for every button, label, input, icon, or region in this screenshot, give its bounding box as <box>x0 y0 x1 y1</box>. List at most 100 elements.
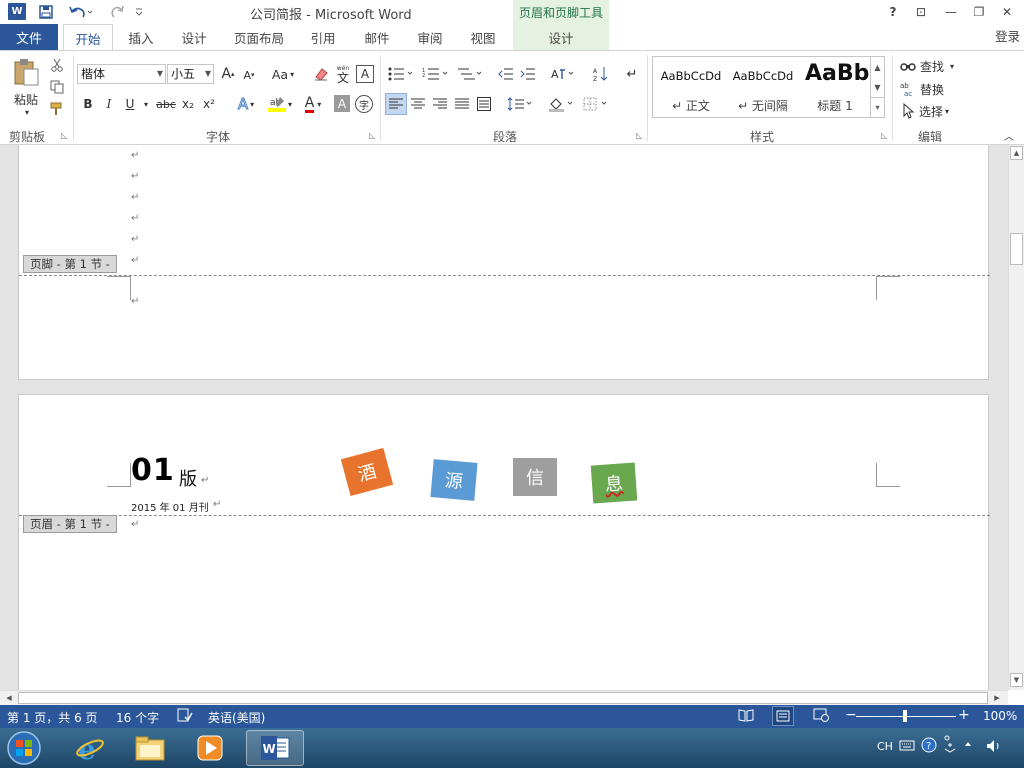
title-tile-yuan[interactable]: 源 <box>430 459 478 501</box>
scroll-right-icon[interactable]: ▶ <box>990 691 1004 705</box>
align-center-icon[interactable] <box>408 94 428 114</box>
style-heading-1[interactable]: AaBb 标题 1 <box>799 59 871 115</box>
scroll-down-icon[interactable]: ▼ <box>1010 673 1023 687</box>
redo-icon[interactable] <box>106 3 128 21</box>
tab-file[interactable]: 文件 <box>0 24 58 50</box>
ribbon-display-options-button[interactable]: ⊡ <box>910 2 932 22</box>
style-normal[interactable]: AaBbCcDd ↵ 正文 <box>655 59 727 115</box>
distributed-icon[interactable] <box>474 94 494 114</box>
chinese-layout-icon[interactable]: A <box>548 64 578 84</box>
borders-icon[interactable] <box>581 94 611 114</box>
start-button[interactable] <box>2 730 46 766</box>
language[interactable]: 英语(美国) <box>208 709 265 726</box>
page-count[interactable]: 第 1 页，共 6 页 <box>7 709 98 726</box>
font-launcher-icon[interactable]: ◺ <box>369 131 375 140</box>
shrink-font-button[interactable]: A ▾ <box>240 66 258 84</box>
minimize-button[interactable]: — <box>940 2 962 22</box>
align-left-icon[interactable] <box>385 93 407 115</box>
close-button[interactable]: ✕ <box>996 2 1018 22</box>
decrease-indent-icon[interactable] <box>496 64 516 84</box>
paste-icon[interactable] <box>8 56 44 88</box>
line-spacing-icon[interactable] <box>505 94 535 114</box>
horizontal-scroll-thumb[interactable] <box>18 692 988 704</box>
font-name-combo[interactable]: 楷体 ▼ <box>77 64 166 84</box>
collapse-ribbon-icon[interactable]: ︿ <box>1002 129 1016 143</box>
sort-icon[interactable]: AZ <box>591 64 611 84</box>
style-no-spacing[interactable]: AaBbCcDd ↵ 无间隔 <box>727 59 799 115</box>
cut-icon[interactable] <box>48 56 66 74</box>
tab-view[interactable]: 视图 <box>460 24 506 50</box>
character-shading-button[interactable]: A <box>334 95 350 112</box>
web-layout-icon[interactable] <box>813 708 829 725</box>
explorer-taskbar-icon[interactable] <box>122 730 178 766</box>
multilevel-list-icon[interactable] <box>455 64 485 84</box>
enclose-characters-button[interactable]: 字 <box>355 95 373 113</box>
font-name-dropdown-icon[interactable]: ▼ <box>157 65 163 83</box>
tab-page-layout[interactable]: 页面布局 <box>226 24 292 50</box>
replace-button[interactable]: ab ac 替换 <box>900 79 962 99</box>
strikethrough-button[interactable]: abc <box>154 94 178 114</box>
phonetic-guide-button[interactable]: wén 文 <box>332 64 354 84</box>
zoom-out-button[interactable]: − <box>845 707 857 723</box>
highlight-button[interactable]: ab ▾ <box>264 94 296 114</box>
vertical-scroll-thumb[interactable] <box>1010 233 1023 265</box>
zoom-in-button[interactable]: + <box>958 707 970 723</box>
word-app-icon[interactable]: W <box>8 3 26 20</box>
find-button[interactable]: 查找 ▾ <box>900 56 962 76</box>
superscript-button[interactable]: x² <box>200 94 218 114</box>
help-tray-icon[interactable]: ? <box>921 737 937 756</box>
title-tile-jiu[interactable]: 酒 <box>340 447 394 497</box>
gallery-scroll-down-icon[interactable]: ▼ <box>870 77 884 97</box>
keyboard-icon[interactable] <box>899 738 915 755</box>
underline-dropdown-icon[interactable]: ▾ <box>141 94 151 114</box>
tab-review[interactable]: 审阅 <box>407 24 453 50</box>
login-link[interactable]: 登录 <box>995 26 1020 45</box>
font-color-button[interactable]: A ▾ <box>298 94 328 114</box>
show-formatting-marks-icon[interactable]: ↵ <box>622 64 642 84</box>
scroll-left-icon[interactable]: ◀ <box>2 691 16 705</box>
page-1-bottom[interactable]: ↵ ↵ ↵ ↵ ↵ ↵ 页脚 - 第 1 节 - ↵ <box>18 145 990 380</box>
show-hidden-icons[interactable] <box>963 739 973 752</box>
increase-indent-icon[interactable] <box>518 64 538 84</box>
change-case-button[interactable]: Aa ▾ <box>268 64 298 84</box>
media-player-taskbar-icon[interactable] <box>182 730 238 766</box>
scroll-up-icon[interactable]: ▲ <box>1010 146 1023 160</box>
vertical-scrollbar[interactable]: ▲ ▼ <box>1008 145 1024 690</box>
bullets-icon[interactable] <box>386 64 416 84</box>
customize-quick-access-icon[interactable] <box>132 3 146 21</box>
underline-button[interactable]: U <box>122 94 138 114</box>
styles-launcher-icon[interactable]: ◺ <box>881 131 887 140</box>
title-tile-xi[interactable]: 息 <box>590 462 638 504</box>
copy-icon[interactable] <box>48 78 66 96</box>
select-button[interactable]: 选择 ▾ <box>900 101 962 121</box>
font-size-dropdown-icon[interactable]: ▼ <box>205 65 211 83</box>
page-2-top[interactable]: 01 版 ↵ 2015 年 01 月刊 ↵ 酒 源 信 息 页眉 - 第 1 节… <box>18 394 990 690</box>
ie-taskbar-icon[interactable]: e <box>62 730 118 766</box>
tab-insert[interactable]: 插入 <box>118 24 164 50</box>
print-layout-icon[interactable] <box>772 706 794 726</box>
italic-button[interactable]: I <box>101 94 117 114</box>
grow-font-button[interactable]: A ▴ <box>219 64 237 84</box>
paste-button[interactable]: 粘贴 <box>6 91 46 107</box>
gallery-scroll-up-icon[interactable]: ▲ <box>870 57 884 77</box>
help-button[interactable]: ? <box>882 2 904 22</box>
undo-icon[interactable] <box>66 3 96 21</box>
zoom-slider-thumb[interactable] <box>903 710 907 722</box>
font-size-combo[interactable]: 小五 ▼ <box>167 64 214 84</box>
title-tile-xin[interactable]: 信 <box>513 458 557 496</box>
justify-icon[interactable] <box>452 94 472 114</box>
shading-icon[interactable] <box>546 94 576 114</box>
subscript-button[interactable]: x₂ <box>179 94 197 114</box>
volume-icon[interactable] <box>985 738 1003 757</box>
horizontal-scrollbar[interactable]: ◀ ▶ <box>0 690 1008 705</box>
tray-options-icon[interactable] <box>943 734 957 757</box>
clipboard-launcher-icon[interactable]: ◺ <box>61 131 67 140</box>
word-count[interactable]: 16 个字 <box>116 709 159 726</box>
paragraph-launcher-icon[interactable]: ◺ <box>636 131 642 140</box>
paste-dropdown-icon[interactable]: ▾ <box>20 107 34 117</box>
tab-mailings[interactable]: 邮件 <box>354 24 400 50</box>
zoom-level[interactable]: 100% <box>983 709 1017 723</box>
maximize-button[interactable]: ❐ <box>968 2 990 22</box>
format-painter-icon[interactable] <box>48 100 66 118</box>
clear-formatting-icon[interactable] <box>312 64 330 84</box>
